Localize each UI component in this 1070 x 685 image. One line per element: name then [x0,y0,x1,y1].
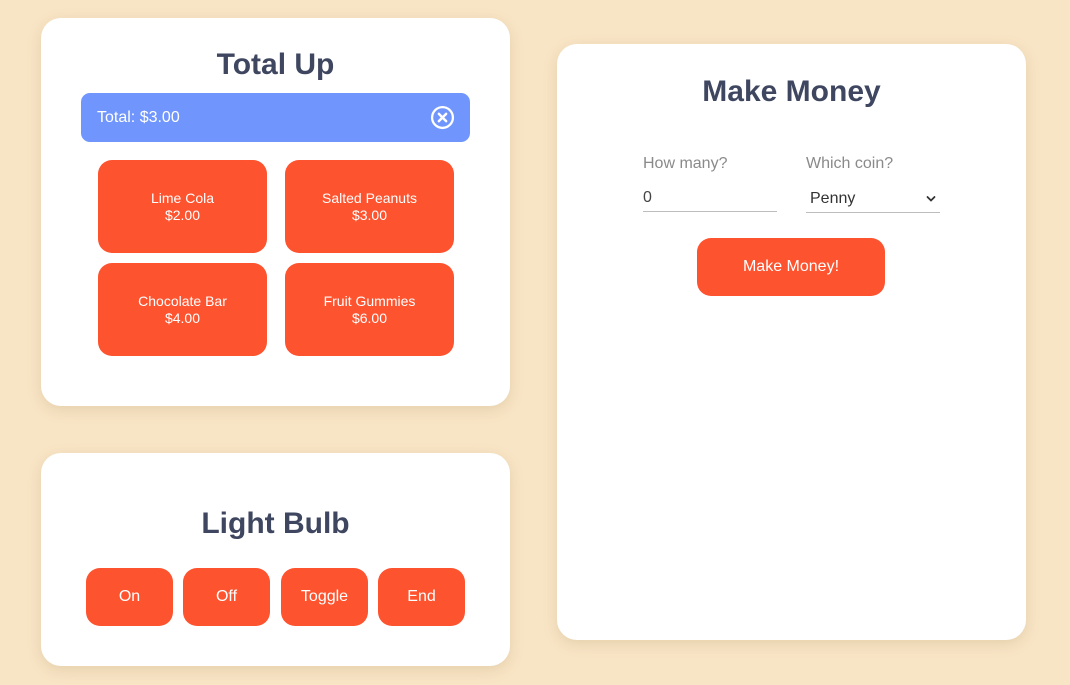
which-coin-value: Penny [810,189,856,207]
item-name: Fruit Gummies [323,292,416,309]
item-name: Lime Cola [150,189,215,206]
item-price: $2.00 [164,206,201,223]
make-money-title: Make Money [702,75,881,108]
light-bulb-title: Light Bulb [201,507,350,540]
close-circle-icon[interactable] [430,105,455,130]
make-money-button[interactable]: Make Money! [697,238,885,296]
item-button-lime-cola[interactable]: Lime Cola $2.00 [98,160,267,253]
item-name: Chocolate Bar [138,292,227,309]
item-name: Salted Peanuts [322,189,417,206]
bulb-end-button[interactable]: End [378,568,465,626]
item-price: $4.00 [164,309,201,326]
bulb-off-button[interactable]: Off [183,568,270,626]
bulb-toggle-button[interactable]: Toggle [281,568,368,626]
how-many-input[interactable] [643,184,777,212]
item-price: $6.00 [351,309,388,326]
item-button-salted-peanuts[interactable]: Salted Peanuts $3.00 [285,160,454,253]
how-many-label: How many? [643,155,728,172]
total-bar: Total: $3.00 [81,93,470,142]
make-money-card: Make Money How many? Which coin? Penny M… [557,44,1026,640]
total-label: Total: $3.00 [97,108,180,126]
item-price: $3.00 [351,206,388,223]
total-up-title: Total Up [216,48,335,81]
item-button-fruit-gummies[interactable]: Fruit Gummies $6.00 [285,263,454,356]
which-coin-label: Which coin? [806,155,894,172]
bulb-on-button[interactable]: On [86,568,173,626]
total-up-card: Total Up Total: $3.00 Lime Cola $2.00 Sa… [41,18,510,406]
light-bulb-card: Light Bulb On Off Toggle End [41,453,510,666]
which-coin-select[interactable]: Penny [806,185,940,213]
item-button-chocolate-bar[interactable]: Chocolate Bar $4.00 [98,263,267,356]
chevron-down-icon [926,196,936,202]
